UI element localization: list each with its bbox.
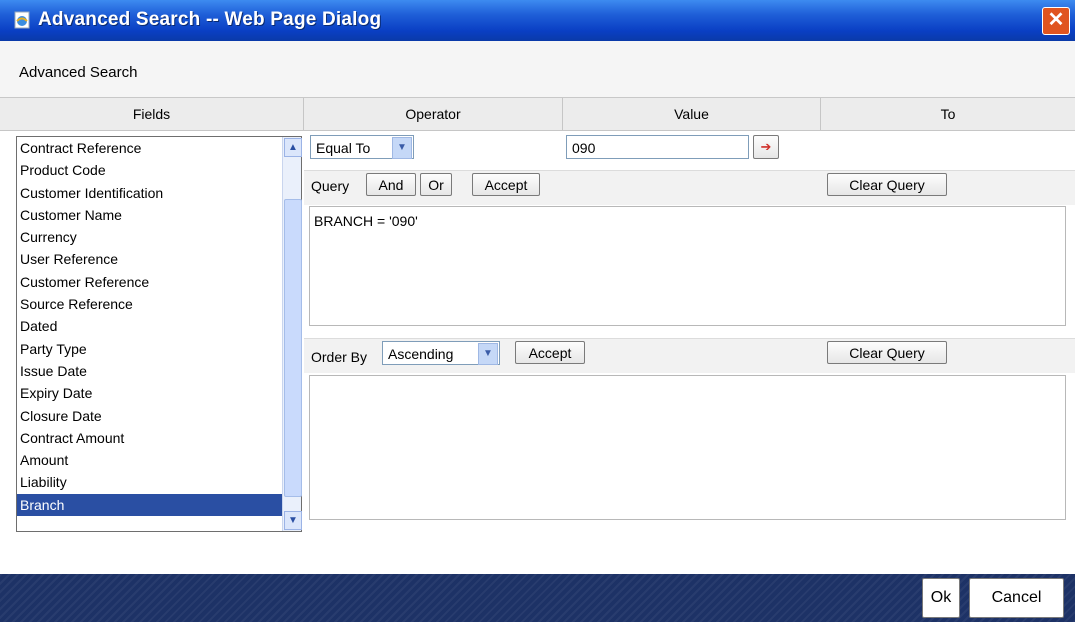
column-header-operator: Operator (304, 98, 563, 131)
field-option[interactable]: Contract Reference (17, 137, 301, 159)
field-option[interactable]: Expiry Date (17, 382, 301, 404)
column-header-value: Value (563, 98, 821, 131)
window-titlebar: Advanced Search -- Web Page Dialog ✕ (0, 0, 1075, 41)
cancel-button[interactable]: Cancel (969, 578, 1064, 618)
chevron-down-icon[interactable]: ▼ (392, 137, 412, 159)
dialog-footer: Ok Cancel (0, 574, 1075, 622)
field-option[interactable]: User Reference (17, 248, 301, 270)
order-direction-select[interactable]: Ascending ▼ (382, 341, 500, 365)
field-option[interactable]: Product Code (17, 159, 301, 181)
operator-selected-label: Equal To (316, 140, 371, 156)
operator-select[interactable]: Equal To ▼ (310, 135, 414, 159)
close-icon[interactable]: ✕ (1042, 7, 1070, 35)
field-option[interactable]: Customer Identification (17, 182, 301, 204)
list-lookup-icon[interactable]: ➔ (753, 135, 779, 159)
field-option[interactable]: Amount (17, 449, 301, 471)
order-clear-button[interactable]: Clear Query (827, 341, 947, 364)
column-header-fields: Fields (0, 98, 304, 131)
field-option[interactable]: Party Type (17, 338, 301, 360)
query-clear-button[interactable]: Clear Query (827, 173, 947, 196)
field-option[interactable]: Liability (17, 471, 301, 493)
and-button[interactable]: And (366, 173, 416, 196)
field-option[interactable]: Dated (17, 315, 301, 337)
fields-scrollbar[interactable]: ▲ ▼ (282, 137, 302, 531)
ok-button[interactable]: Ok (922, 578, 960, 618)
order-accept-button[interactable]: Accept (515, 341, 585, 364)
field-option[interactable]: Customer Name (17, 204, 301, 226)
order-by-label: Order By (311, 349, 368, 365)
query-label: Query (311, 178, 350, 194)
field-option[interactable]: Currency (17, 226, 301, 248)
field-option[interactable]: Contract Amount (17, 427, 301, 449)
field-option[interactable]: Closure Date (17, 405, 301, 427)
query-accept-button[interactable]: Accept (472, 173, 540, 196)
order-selected-label: Ascending (388, 346, 454, 362)
field-option[interactable]: Customer Reference (17, 271, 301, 293)
column-header-to: To (821, 98, 1075, 131)
query-textarea[interactable]: BRANCH = '090' (309, 206, 1066, 326)
or-button[interactable]: Or (420, 173, 452, 196)
fields-listbox[interactable]: Contract Reference Product Code Customer I… (16, 136, 302, 532)
query-text: BRANCH = '090' (314, 213, 418, 229)
field-option[interactable]: Issue Date (17, 360, 301, 382)
order-textarea[interactable] (309, 375, 1066, 520)
dialog-heading: Advanced Search (19, 64, 138, 81)
dialog-header: Advanced Search (0, 41, 1075, 98)
window-title: Advanced Search -- Web Page Dialog (38, 9, 382, 30)
scroll-up-icon[interactable]: ▲ (284, 138, 302, 157)
ie-page-icon (14, 11, 30, 29)
scroll-thumb[interactable] (284, 199, 302, 497)
fields-list-items: Contract Reference Product Code Customer I… (17, 137, 301, 517)
field-option[interactable]: Branch (17, 493, 301, 517)
scroll-down-icon[interactable]: ▼ (284, 511, 302, 530)
value-input-text: 090 (572, 140, 596, 156)
field-option[interactable]: Source Reference (17, 293, 301, 315)
chevron-down-icon[interactable]: ▼ (478, 343, 498, 365)
value-input[interactable]: 090 (566, 135, 749, 159)
